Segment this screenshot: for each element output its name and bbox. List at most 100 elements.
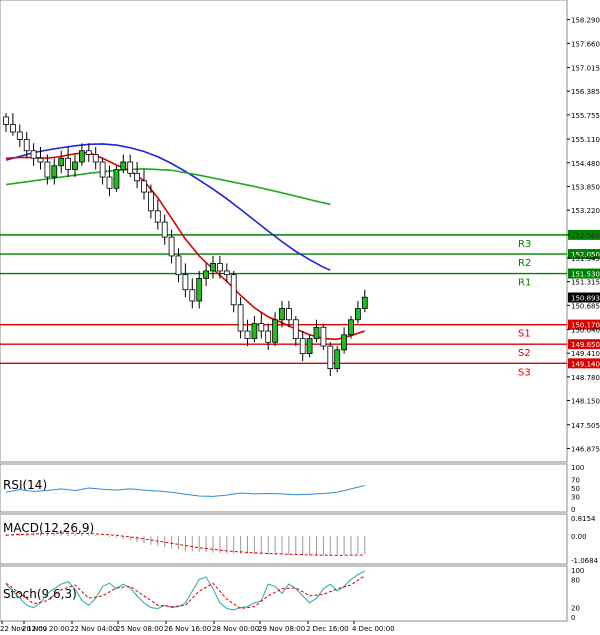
candle-body [3,116,9,125]
candle-body [16,131,23,140]
price-tick-label: 151.315 [571,279,600,287]
level-label-r2: R2 [518,258,531,269]
candle-body [154,210,161,223]
time-axis: 22 Nov 12:0020 Nov 20:00 22 Nov 04:0025 N… [0,621,395,633]
candle-body [72,161,78,170]
candle-body [361,296,368,309]
time-tick-label: 28 Nov 00:00 [212,625,259,633]
candle-body [99,161,106,178]
price-tick-label: 147.505 [571,422,600,430]
time-tick-label: 2 Dec 16:00 [306,625,349,633]
candle-body [299,338,306,354]
level-label-r1: R1 [518,278,531,289]
level-price-tag-text: 151.530 [571,271,600,279]
candle-body [44,161,51,178]
candle-body [354,308,361,321]
candle [113,165,120,193]
level-label-s2: S2 [518,348,531,359]
price-tick-label: 150.040 [571,327,600,335]
candle-body [37,157,44,163]
candle-body [9,124,16,133]
time-tick-label: 22 Nov 04:00 [70,625,117,633]
price-tick-label: 150.685 [571,302,600,310]
rsi-plot-area [0,463,568,513]
candle-body [196,278,203,302]
candle-body [113,169,120,189]
candle-body [168,236,175,257]
rsi-tick-label: 0 [571,506,575,514]
time-tick-label: 26 Nov 16:00 [164,625,211,633]
price-plot-area [0,0,568,463]
candle-body [141,180,147,193]
level-label-r3: R3 [518,239,531,250]
candle-body [65,157,71,170]
price-tick-label: 153.850 [571,183,600,191]
stoch-panel[interactable]: Stoch(9,6,3) 10080200 [0,565,584,622]
macd-title: MACD(12,26,9) [3,521,94,535]
candle-body [244,330,251,339]
time-tick-label: 4 Dec 00:00 [352,625,395,633]
candle-body [210,263,216,272]
candle-body [320,326,327,347]
trading-chart: R3152.560R2152.050R1151.530S1150.170S214… [0,0,600,633]
price-tick-label: 155.110 [571,136,600,144]
candle-body [23,139,30,152]
candle-body [223,270,230,276]
macd-tick-label: -1.0684 [571,557,599,565]
stoch-tick-label: 80 [571,576,580,584]
candle [334,346,341,373]
candle-body [30,150,37,159]
candle-body [237,304,244,332]
macd-tick-label: 0.00 [571,533,587,541]
candle-body [127,161,134,174]
time-tick-label: 20 Nov 20:00 [22,625,69,633]
candle-body [292,319,299,339]
candle-body [334,349,341,370]
price-tick-label: 153.220 [571,207,600,215]
candle-body [58,157,65,167]
candle-body [161,221,168,238]
price-tick-label: 151.945 [571,255,600,263]
candle [320,323,327,350]
price-tick-label: 148.150 [571,398,600,406]
candle-body [341,334,348,351]
macd-tick-label: 0.8154 [571,515,596,523]
price-tick-label: 157.660 [571,40,600,48]
rsi-tick-label: 50 [571,485,580,493]
time-tick-label: 25 Nov 08:00 [116,625,163,633]
macd-panel[interactable]: MACD(12,26,9) 0.8154 0.00 -1.0684 [0,513,599,565]
candle-body [175,255,182,276]
rsi-tick-label: 30 [571,493,580,501]
candle-body [265,330,272,343]
candle-body [216,263,223,272]
candle-body [79,150,85,163]
rsi-panel[interactable]: RSI(14) 1007050300 [0,463,584,514]
last-price-text: 150.893 [571,294,600,302]
candle-body [313,326,320,339]
price-tick-label: 152.560 [571,232,600,240]
candle-body [348,319,354,336]
price-tick-label: 157.015 [571,65,600,73]
level-price-tag-text: 149.650 [571,341,600,349]
price-panel[interactable]: R3152.560R2152.050R1151.530S1150.170S214… [0,0,600,463]
stoch-tick-label: 100 [571,567,584,575]
candle-body [51,165,58,178]
level-label-s1: S1 [518,329,531,340]
stoch-tick-label: 0 [571,614,575,622]
candle-body [251,323,258,339]
price-tick-label: 146.875 [571,445,600,453]
candle-body [306,338,313,354]
candle-body [279,308,285,321]
candle-body [92,154,99,163]
price-tick-label: 155.755 [571,112,600,120]
price-tick-label: 158.290 [571,17,600,25]
time-tick-label: 29 Nov 08:00 [258,625,305,633]
candle-body [106,176,113,189]
price-tick-label: 154.480 [571,160,600,168]
candle-body [189,289,196,302]
stoch-plot-area [0,565,568,622]
candle-body [272,319,279,343]
level-price-tag-text: 149.140 [571,360,600,368]
candle-body [285,308,292,321]
candle-body [203,270,210,279]
